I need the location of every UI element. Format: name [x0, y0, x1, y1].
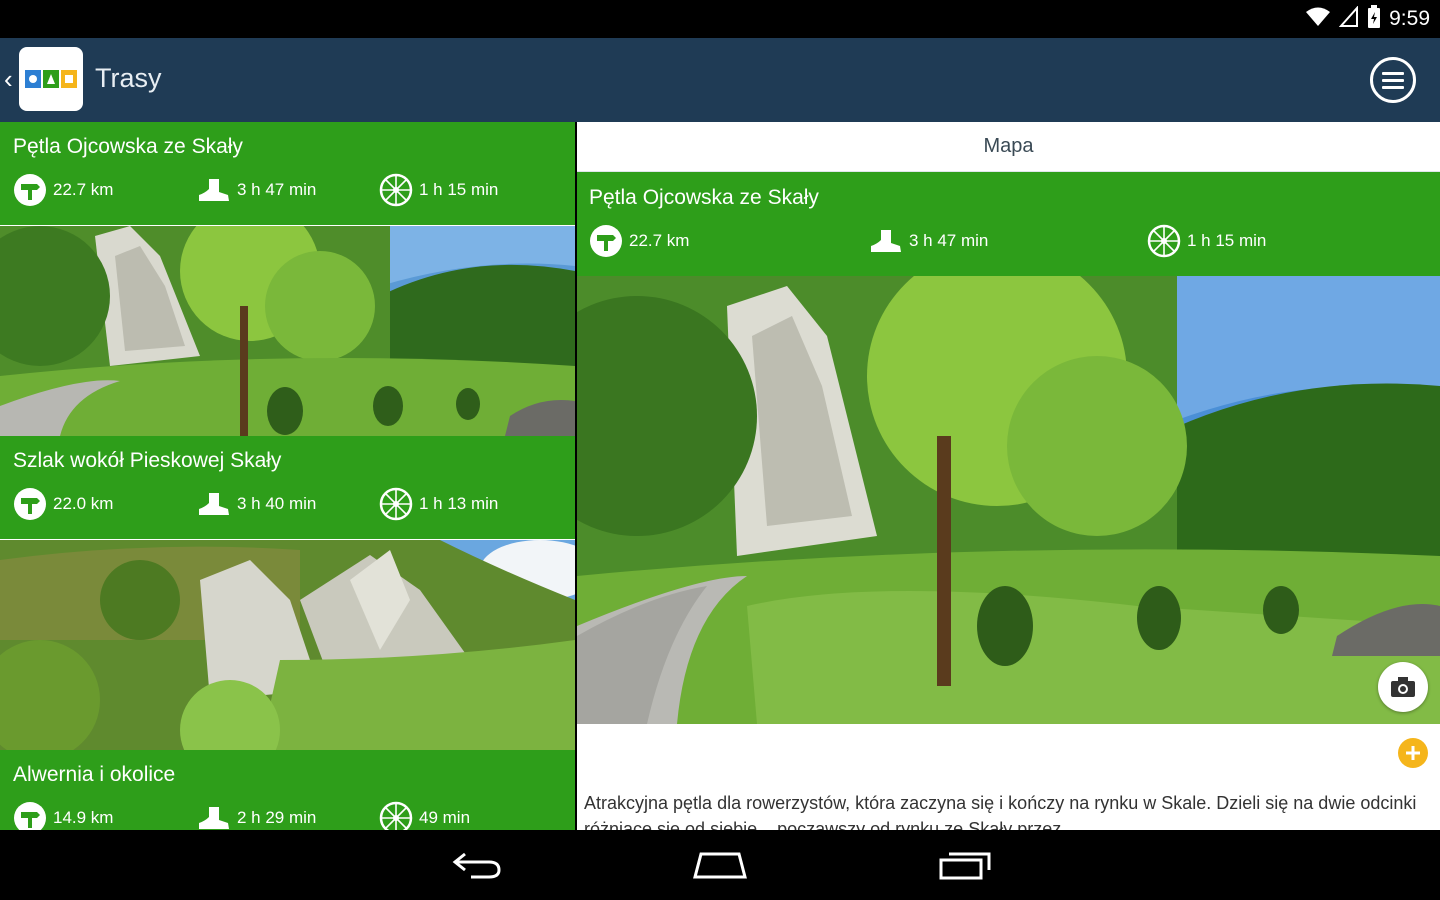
- detail-bike-time: 1 h 15 min: [1147, 224, 1266, 258]
- route-bike-time: 1 h 13 min: [379, 487, 498, 521]
- walk-time-value: 3 h 47 min: [237, 180, 317, 199]
- app-screen: 9:59 ‹ Trasy Pętla Ojcowska ze Skały 22.…: [0, 0, 1440, 900]
- menu-icon-line: [1382, 71, 1404, 75]
- chevron-left-icon[interactable]: ‹: [4, 66, 13, 92]
- status-bar: 9:59: [0, 0, 1440, 38]
- detail-walk-time: 3 h 47 min: [869, 224, 988, 258]
- clock: 9:59: [1389, 7, 1430, 30]
- menu-icon-line: [1382, 78, 1404, 82]
- detail-route-name: Pętla Ojcowska ze Skały: [589, 186, 819, 209]
- boot-icon: [869, 224, 903, 258]
- route-photo[interactable]: [0, 540, 575, 750]
- route-bike-time: 49 min: [379, 801, 470, 830]
- recent-apps-button[interactable]: [930, 844, 1000, 886]
- route-card[interactable]: Pętla Ojcowska ze Skały 22.7 km 3 h 47 m…: [0, 122, 575, 436]
- walk-time-value: 3 h 40 min: [237, 494, 317, 513]
- back-arrow-icon: [452, 852, 501, 879]
- boot-icon: [197, 173, 231, 207]
- signpost-icon: [13, 801, 47, 830]
- route-distance: 22.0 km: [13, 487, 113, 521]
- distance-value: 22.7 km: [629, 231, 690, 250]
- route-header[interactable]: Szlak wokół Pieskowej Skały 22.0 km 3 h …: [0, 436, 575, 540]
- tab-map[interactable]: Mapa: [577, 122, 1440, 172]
- route-distance: 22.7 km: [13, 173, 113, 207]
- bike-time-value: 1 h 13 min: [419, 494, 499, 513]
- bike-time-value: 49 min: [419, 808, 471, 827]
- home-button[interactable]: [685, 844, 755, 886]
- route-walk-time: 2 h 29 min: [197, 801, 316, 830]
- route-walk-time: 3 h 47 min: [197, 173, 316, 207]
- route-card[interactable]: Szlak wokół Pieskowej Skały 22.0 km 3 h …: [0, 436, 575, 750]
- wifi-icon: [1305, 6, 1331, 33]
- battery-icon: [1367, 4, 1381, 34]
- signal-icon: [1338, 4, 1359, 33]
- walk-time-value: 2 h 29 min: [237, 808, 317, 827]
- back-button[interactable]: [442, 844, 512, 886]
- route-header[interactable]: Alwernia i okolice 14.9 km 2 h 29 min 49…: [0, 750, 575, 830]
- distance-value: 14.9 km: [53, 808, 114, 827]
- bike-time-value: 1 h 15 min: [419, 180, 499, 199]
- route-header[interactable]: Pętla Ojcowska ze Skały 22.7 km 3 h 47 m…: [0, 122, 575, 226]
- recent-apps-icon: [939, 852, 991, 880]
- home-icon: [693, 852, 747, 879]
- route-photo[interactable]: [0, 226, 575, 436]
- walk-time-value: 3 h 47 min: [909, 231, 989, 250]
- route-list[interactable]: Pętla Ojcowska ze Skały 22.7 km 3 h 47 m…: [0, 122, 575, 830]
- route-distance: 14.9 km: [13, 801, 113, 830]
- plus-icon: [1406, 746, 1420, 760]
- distance-value: 22.0 km: [53, 494, 114, 513]
- wheel-icon: [379, 801, 413, 830]
- menu-button[interactable]: [1370, 57, 1416, 103]
- wheel-icon: [379, 173, 413, 207]
- boot-icon: [197, 487, 231, 521]
- navigation-bar: [0, 830, 1440, 900]
- route-bike-time: 1 h 15 min: [379, 173, 498, 207]
- route-detail[interactable]: Mapa Pętla Ojcowska ze Skały 22.7 km 3 h…: [577, 122, 1440, 830]
- camera-button[interactable]: [1378, 662, 1428, 712]
- page-title: Trasy: [95, 63, 162, 93]
- app-logo[interactable]: [19, 47, 83, 111]
- camera-icon: [1391, 677, 1415, 697]
- detail-distance: 22.7 km: [589, 224, 689, 258]
- boot-icon: [197, 801, 231, 830]
- signpost-icon: [589, 224, 623, 258]
- status-icons: 9:59: [1305, 4, 1430, 34]
- signpost-icon: [13, 173, 47, 207]
- route-name: Szlak wokół Pieskowej Skały: [13, 449, 282, 472]
- route-card[interactable]: Alwernia i okolice 14.9 km 2 h 29 min 49…: [0, 750, 575, 830]
- detail-photo[interactable]: [577, 276, 1440, 724]
- route-name: Pętla Ojcowska ze Skały: [13, 135, 243, 158]
- route-name: Alwernia i okolice: [13, 763, 176, 786]
- wheel-icon: [1147, 224, 1181, 258]
- menu-icon-line: [1382, 85, 1404, 89]
- app-bar: ‹ Trasy: [0, 38, 1440, 122]
- detail-header: Pętla Ojcowska ze Skały 22.7 km 3 h 47 m…: [577, 172, 1440, 276]
- route-walk-time: 3 h 40 min: [197, 487, 316, 521]
- add-button[interactable]: [1398, 738, 1428, 768]
- distance-value: 22.7 km: [53, 180, 114, 199]
- bike-time-value: 1 h 15 min: [1187, 231, 1267, 250]
- route-description: Atrakcyjna pętla dla rowerzystów, która …: [584, 793, 1417, 830]
- signpost-icon: [13, 487, 47, 521]
- wheel-icon: [379, 487, 413, 521]
